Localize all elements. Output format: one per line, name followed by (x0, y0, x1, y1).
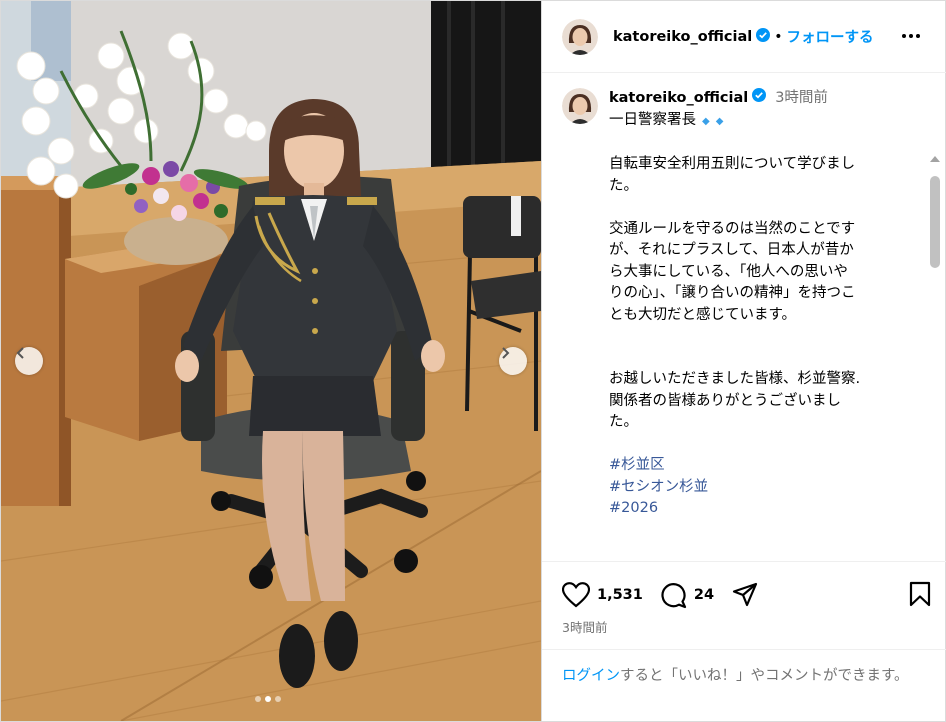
caption-avatar[interactable] (562, 88, 598, 124)
more-options-button[interactable] (900, 25, 922, 51)
caption-paragraph: 交通ルールを守るのは当然のことです が、それにプラスして、日本人が昔か ら大事に… (609, 219, 919, 327)
carousel-dot-active (265, 696, 271, 702)
login-prompt-rest: すると「いいね！」やコメントができます。 (620, 668, 909, 684)
caption-paragraph: 自転車安全利用五則について学びまし た。 (609, 154, 919, 197)
carousel-dot (275, 696, 281, 702)
comment-button[interactable]: 24 (659, 581, 714, 609)
caption-line: お越しいただきました皆様、杉並警察. (609, 371, 861, 387)
hashtag-list: #杉並区 #セシオン杉並 #2026 (609, 455, 919, 520)
avatar-image (562, 88, 598, 124)
hashtag-link[interactable]: #杉並区 (609, 455, 919, 477)
avatar-image (562, 18, 598, 55)
caption-section[interactable]: katoreiko_official 3時間前 一日警察署長 ◆ ◆ 自転車安全利用… (542, 74, 946, 562)
caption-paragraph: お越しいただきました皆様、杉並警察. 関係者の皆様ありがとうございまし た。 (609, 369, 919, 434)
action-bar: 1,531 24 (562, 581, 932, 609)
more-horizontal-icon (902, 34, 920, 38)
caption-line: が、それにプラスして、日本人が昔か (609, 242, 854, 258)
caption-scrollbar[interactable] (930, 156, 940, 561)
follow-button[interactable]: フォローする (786, 26, 873, 47)
caption-line: た。 (609, 414, 638, 430)
save-button[interactable] (908, 581, 932, 611)
carousel-dot (255, 696, 261, 702)
caption-time[interactable]: 3時間前 (775, 88, 828, 110)
login-link[interactable]: ログイン (562, 668, 620, 684)
login-prompt-text: ログインすると「いいね！」やコメントができます。 (562, 666, 932, 688)
post-photo[interactable] (1, 1, 541, 721)
caption-line: 交通ルールを守るのは当然のことです (609, 220, 856, 237)
like-count[interactable]: 1,531 (597, 587, 643, 603)
avatar[interactable] (562, 18, 598, 55)
like-button[interactable]: 1,531 (562, 582, 643, 608)
carousel-next-button[interactable] (499, 347, 527, 375)
diamond-emoji-icon: ◆ (715, 116, 724, 127)
share-button[interactable] (732, 582, 758, 608)
chevron-left-icon (16, 347, 24, 359)
diamond-emoji-icon: ◆ (702, 116, 710, 127)
caption-line: た。 (609, 177, 638, 194)
chevron-right-icon (502, 347, 510, 359)
paper-plane-icon (732, 582, 758, 607)
caption-line: 関係者の皆様ありがとうございまし (609, 392, 841, 409)
header-separator: • (774, 28, 783, 45)
caption-line: とも大切だと感じています。 (609, 306, 797, 323)
verified-badge-icon (756, 27, 771, 46)
caption-line: ら大事にしている、「他人への思いや (609, 263, 848, 280)
username-link[interactable]: katoreiko_official (613, 29, 752, 45)
photo-illustration (1, 1, 541, 721)
carousel-prev-button[interactable] (15, 347, 43, 375)
heart-icon (562, 582, 590, 608)
caption-username[interactable]: katoreiko_official (609, 88, 748, 110)
caption-line: 自転車安全利用五則について学びまし (609, 156, 856, 172)
post-side-panel: katoreiko_official • フォローする katoreiko_of… (541, 1, 946, 721)
comment-count[interactable]: 24 (694, 587, 714, 603)
caption-line: りの心」、「譲り合いの精神」を持つこ (609, 285, 856, 301)
post-timestamp[interactable]: 3時間前 (562, 617, 607, 636)
verified-badge-icon (752, 88, 767, 110)
post-header: katoreiko_official • フォローする (542, 1, 946, 73)
carousel-indicator (255, 696, 281, 702)
comment-icon (661, 583, 686, 609)
scroll-up-arrow-icon[interactable] (929, 154, 941, 164)
scrollbar-thumb[interactable] (930, 176, 940, 268)
caption-title: 一日警察署長 ◆ ◆ (609, 112, 724, 128)
hashtag-link[interactable]: #セシオン杉並 (609, 477, 919, 499)
caption-body: katoreiko_official 3時間前 一日警察署長 ◆ ◆ 自転車安全利用… (609, 88, 919, 520)
login-prompt: ログインすると「いいね！」やコメントができます。 (542, 649, 946, 721)
bookmark-icon (909, 581, 931, 607)
hashtag-link[interactable]: #2026 (609, 498, 919, 520)
